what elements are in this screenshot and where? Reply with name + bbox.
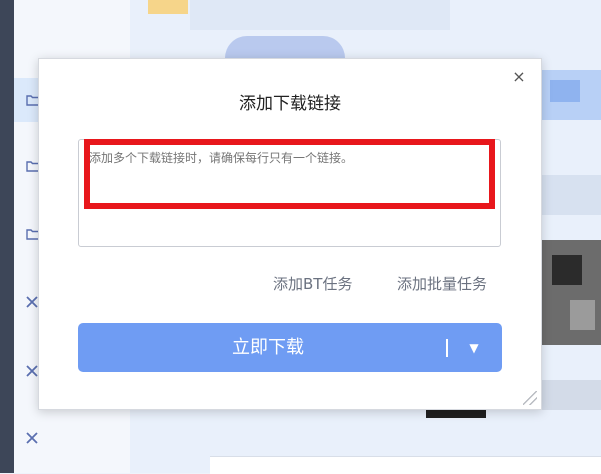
app-left-rail xyxy=(0,0,14,473)
add-bt-task-link[interactable]: 添加BT任务 xyxy=(273,273,352,294)
bg-blur-block xyxy=(570,300,595,330)
dialog-title: 添加下载链接 xyxy=(239,94,341,114)
close-button[interactable]: × xyxy=(511,69,527,85)
bg-blur-block xyxy=(552,255,582,285)
resize-grip-icon[interactable] xyxy=(523,391,537,405)
bg-blur-block xyxy=(225,36,345,58)
download-link-input[interactable] xyxy=(78,139,501,247)
app-bottom-bar xyxy=(210,456,601,474)
bg-blur-block xyxy=(190,0,450,30)
button-divider xyxy=(446,339,448,357)
close-icon[interactable]: × xyxy=(512,67,525,86)
close-icon[interactable] xyxy=(26,432,40,446)
download-now-button[interactable]: 立即下载 ▼ xyxy=(78,323,502,372)
add-batch-task-link[interactable]: 添加批量任务 xyxy=(397,273,487,294)
bg-blur-block xyxy=(540,175,601,215)
sidebar-row[interactable] xyxy=(14,416,130,460)
bg-blur-block xyxy=(148,0,188,14)
bg-blur-block xyxy=(540,380,601,410)
bg-blur-block xyxy=(550,80,580,102)
dropdown-arrow-icon[interactable]: ▼ xyxy=(464,338,484,358)
add-download-link-dialog: × 添加下载链接 添加BT任务 添加批量任务 立即下载 ▼ xyxy=(38,58,542,410)
download-now-label: 立即下载 xyxy=(232,337,304,358)
